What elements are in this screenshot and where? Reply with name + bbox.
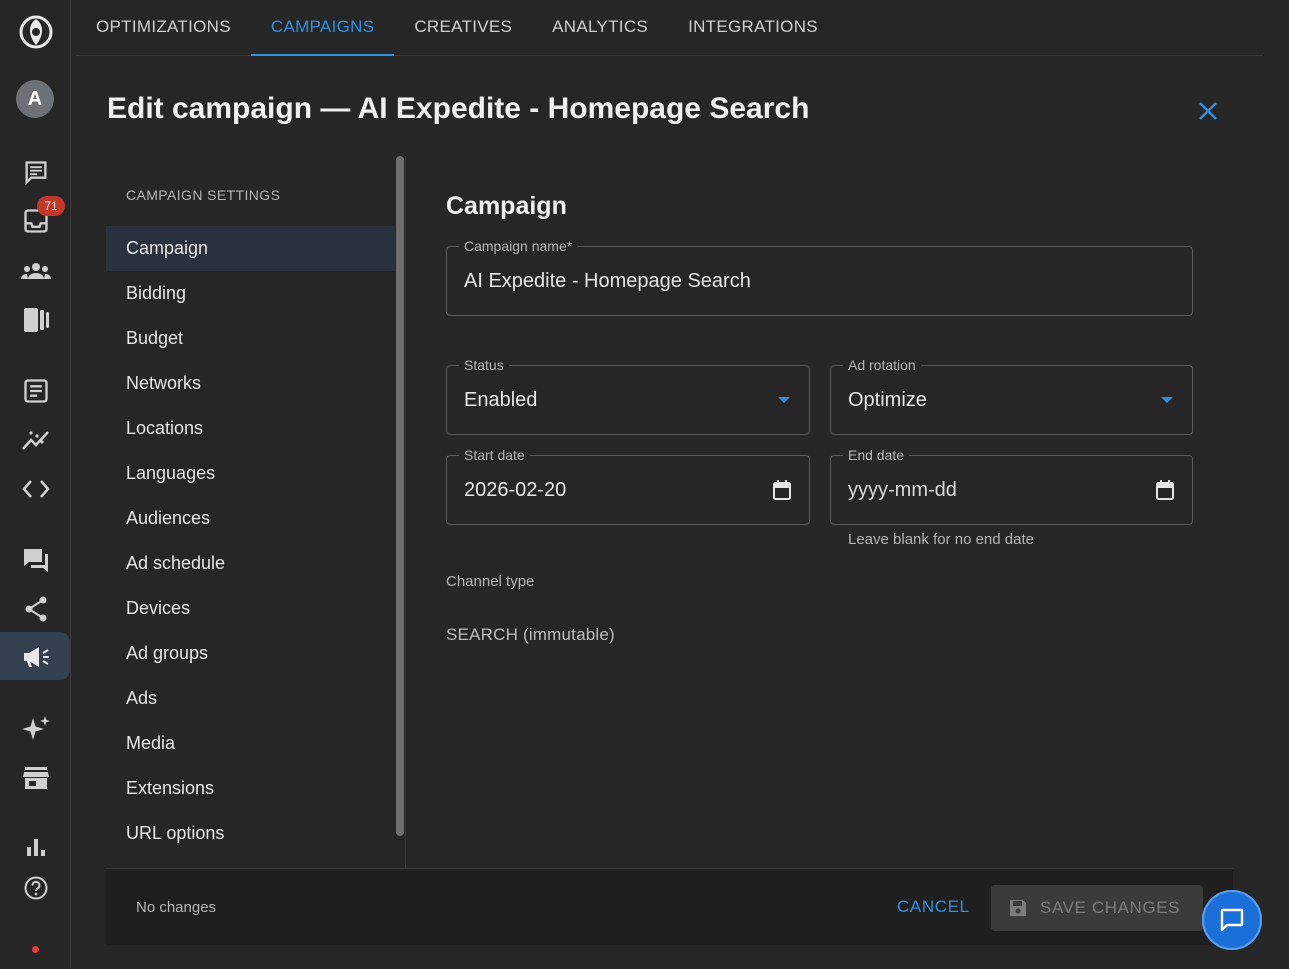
share-icon[interactable] — [0, 593, 71, 625]
tab-creatives[interactable]: CREATIVES — [394, 0, 532, 54]
end-date-helper: Leave blank for no end date — [848, 531, 1034, 548]
forum-icon[interactable] — [0, 544, 71, 576]
help-icon[interactable] — [0, 873, 71, 903]
change-status: No changes — [136, 899, 217, 916]
ad-rotation-value: Optimize — [848, 388, 927, 411]
status-value: Enabled — [464, 388, 538, 411]
menu-item-languages[interactable]: Languages — [106, 451, 395, 496]
status-dot — [32, 946, 39, 953]
close-button[interactable] — [1194, 97, 1222, 125]
chevron-down-icon — [777, 396, 791, 404]
menu-item-ads[interactable]: Ads — [106, 676, 395, 721]
menu-item-locations[interactable]: Locations — [106, 406, 395, 451]
channel-type-label: Channel type — [446, 573, 535, 590]
calendar-icon[interactable] — [773, 480, 791, 500]
channel-type-value: SEARCH (immutable) — [446, 625, 615, 644]
end-date-placeholder: yyyy-mm-dd — [848, 478, 957, 501]
menu-item-url-options[interactable]: URL options — [106, 811, 395, 856]
article-icon[interactable] — [0, 375, 71, 407]
campaign-name-value: AI Expedite - Homepage Search — [464, 269, 751, 292]
chat-icon — [1220, 908, 1244, 932]
tab-label: CAMPAIGNS — [270, 17, 375, 36]
campaign-name-field[interactable]: Campaign name* AI Expedite - Homepage Se… — [446, 237, 1193, 316]
chevron-down-icon — [1160, 396, 1174, 404]
code-icon[interactable] — [0, 473, 71, 505]
start-date-value: 2026-02-20 — [464, 478, 567, 501]
menu-item-bidding[interactable]: Bidding — [106, 271, 395, 316]
menu-item-devices[interactable]: Devices — [106, 586, 395, 631]
tab-label: INTEGRATIONS — [688, 17, 818, 36]
menu-scrollbar[interactable] — [396, 156, 404, 836]
calendar-icon[interactable] — [1156, 480, 1174, 500]
section-title: Campaign — [446, 192, 567, 220]
ad-rotation-select[interactable]: Ad rotation Optimize — [830, 356, 1193, 435]
menu-item-networks[interactable]: Networks — [106, 361, 395, 406]
avatar[interactable]: A — [16, 80, 54, 118]
store-icon[interactable] — [0, 762, 71, 794]
tab-label: OPTIMIZATIONS — [96, 17, 231, 36]
trend-icon[interactable] — [0, 424, 71, 456]
devices-icon[interactable] — [0, 304, 71, 336]
save-icon — [1010, 900, 1026, 916]
campaign-settings-menu: CAMPAIGN SETTINGS Campaign Bidding Budge… — [106, 156, 406, 868]
menu-item-extensions[interactable]: Extensions — [106, 766, 395, 811]
sparkle-icon[interactable] — [0, 713, 71, 745]
menu-item-ad-groups[interactable]: Ad groups — [106, 631, 395, 676]
menu-item-audiences[interactable]: Audiences — [106, 496, 395, 541]
menu-item-media[interactable]: Media — [106, 721, 395, 766]
page-title: Edit campaign — AI Expedite - Homepage S… — [107, 92, 810, 125]
app-logo-icon[interactable] — [0, 12, 71, 52]
people-icon[interactable] — [0, 256, 71, 286]
form-footer: No changes CANCEL SAVE CHANGES — [106, 868, 1233, 945]
tab-analytics[interactable]: ANALYTICS — [532, 0, 668, 54]
close-icon — [1199, 102, 1217, 120]
top-nav: OPTIMIZATIONS CAMPAIGNS CREATIVES ANALYT… — [76, 0, 1263, 56]
left-rail: A 71 — [0, 0, 71, 969]
tab-optimizations[interactable]: OPTIMIZATIONS — [76, 0, 251, 54]
notes-icon[interactable] — [0, 158, 71, 188]
menu-item-ad-schedule[interactable]: Ad schedule — [106, 541, 395, 586]
save-changes-button[interactable]: SAVE CHANGES — [991, 885, 1203, 931]
save-changes-label: SAVE CHANGES — [1040, 898, 1181, 917]
end-date-field[interactable]: End date yyyy-mm-dd — [830, 446, 1193, 525]
campaign-icon[interactable] — [0, 641, 71, 673]
tab-campaigns[interactable]: CAMPAIGNS — [250, 0, 395, 56]
tab-label: ANALYTICS — [552, 17, 649, 36]
inbox-badge: 71 — [37, 196, 65, 216]
menu-item-budget[interactable]: Budget — [106, 316, 395, 361]
menu-heading: CAMPAIGN SETTINGS — [126, 187, 281, 203]
tab-label: CREATIVES — [414, 17, 513, 36]
status-select[interactable]: Status Enabled — [446, 356, 810, 435]
menu-item-campaign[interactable]: Campaign — [106, 226, 395, 271]
start-date-field[interactable]: Start date 2026-02-20 — [446, 446, 810, 525]
cancel-button[interactable]: CANCEL — [897, 897, 970, 917]
avatar-letter: A — [27, 87, 43, 110]
chat-button[interactable] — [1202, 890, 1262, 950]
tab-integrations[interactable]: INTEGRATIONS — [668, 0, 838, 54]
bar-chart-icon[interactable] — [0, 832, 71, 860]
